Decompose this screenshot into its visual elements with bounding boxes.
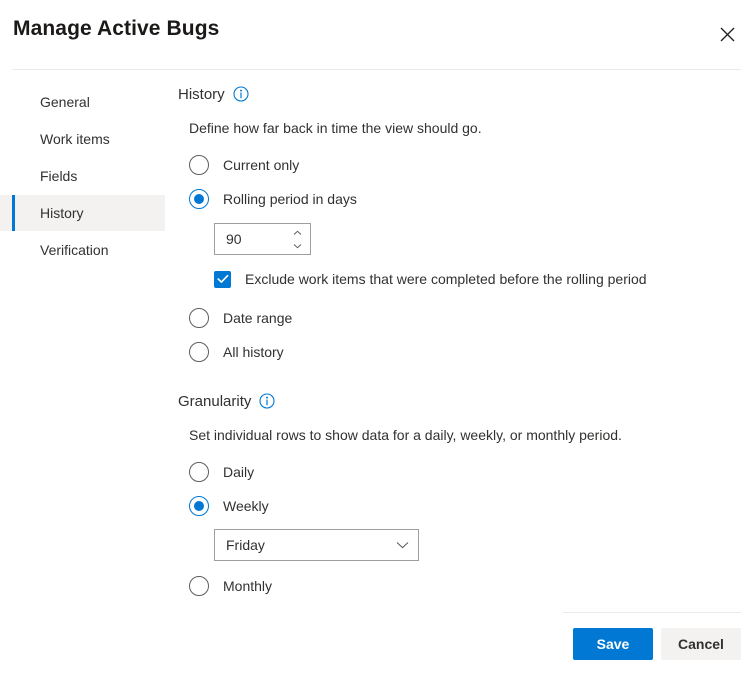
sidebar-item-history[interactable]: History xyxy=(0,195,165,231)
radio-label: Daily xyxy=(223,464,254,480)
footer-divider xyxy=(563,612,741,613)
radio-label: Weekly xyxy=(223,498,269,514)
history-description: Define how far back in time the view sho… xyxy=(189,120,738,136)
sidebar-item-fields[interactable]: Fields xyxy=(0,158,165,194)
radio-indicator xyxy=(189,576,209,596)
cancel-button[interactable]: Cancel xyxy=(661,628,741,660)
sidebar-item-label: Verification xyxy=(40,243,108,257)
radio-indicator xyxy=(189,342,209,362)
radio-rolling-period[interactable]: Rolling period in days xyxy=(189,189,738,209)
radio-label: Date range xyxy=(223,310,292,326)
history-heading: History xyxy=(178,86,225,103)
main-content: History Define how far back in time the … xyxy=(178,84,738,596)
dialog-footer: Save Cancel xyxy=(573,628,741,660)
radio-all-history[interactable]: All history xyxy=(189,342,738,362)
checkbox-indicator xyxy=(214,271,231,288)
page-title: Manage Active Bugs xyxy=(13,17,219,41)
history-section-header: History xyxy=(178,84,738,104)
radio-indicator xyxy=(189,462,209,482)
granularity-description: Set individual rows to show data for a d… xyxy=(189,427,738,443)
radio-label: Current only xyxy=(223,157,299,173)
sidebar-item-work-items[interactable]: Work items xyxy=(0,121,165,157)
radio-label: Rolling period in days xyxy=(223,191,357,207)
granularity-section-header: Granularity xyxy=(178,391,738,411)
radio-label: Monthly xyxy=(223,578,272,594)
dialog-header: Manage Active Bugs xyxy=(0,0,753,66)
sidebar-nav: General Work items Fields History Verifi… xyxy=(0,84,170,269)
radio-weekly[interactable]: Weekly xyxy=(189,496,738,516)
radio-indicator xyxy=(189,308,209,328)
sidebar-item-general[interactable]: General xyxy=(0,84,165,120)
exclude-completed-checkbox[interactable]: Exclude work items that were completed b… xyxy=(214,269,738,289)
chevron-down-icon[interactable] xyxy=(291,241,305,250)
info-icon[interactable] xyxy=(233,86,249,102)
radio-indicator xyxy=(189,155,209,175)
radio-label: All history xyxy=(223,344,284,360)
save-button[interactable]: Save xyxy=(573,628,653,660)
radio-indicator xyxy=(189,189,209,209)
rolling-days-stepper xyxy=(288,224,310,254)
radio-daily[interactable]: Daily xyxy=(189,462,738,482)
close-icon xyxy=(720,27,735,42)
weekday-dropdown[interactable]: Friday xyxy=(214,529,419,561)
chevron-down-icon xyxy=(395,538,409,552)
info-icon[interactable] xyxy=(259,393,275,409)
radio-monthly[interactable]: Monthly xyxy=(189,576,738,596)
weekday-dropdown-value: Friday xyxy=(226,537,265,553)
rolling-days-input[interactable] xyxy=(215,224,288,254)
chevron-up-icon[interactable] xyxy=(291,228,305,237)
sidebar-item-label: History xyxy=(40,206,84,220)
sidebar-item-label: Work items xyxy=(40,132,110,146)
granularity-heading: Granularity xyxy=(178,393,251,410)
rolling-days-input-wrapper[interactable] xyxy=(214,223,311,255)
radio-current-only[interactable]: Current only xyxy=(189,155,738,175)
sidebar-item-label: General xyxy=(40,95,90,109)
sidebar-item-verification[interactable]: Verification xyxy=(0,232,165,268)
sidebar-item-label: Fields xyxy=(40,169,77,183)
header-divider xyxy=(12,69,741,70)
radio-indicator xyxy=(189,496,209,516)
close-button[interactable] xyxy=(707,16,747,52)
checkbox-label: Exclude work items that were completed b… xyxy=(245,271,647,287)
radio-date-range[interactable]: Date range xyxy=(189,308,738,328)
